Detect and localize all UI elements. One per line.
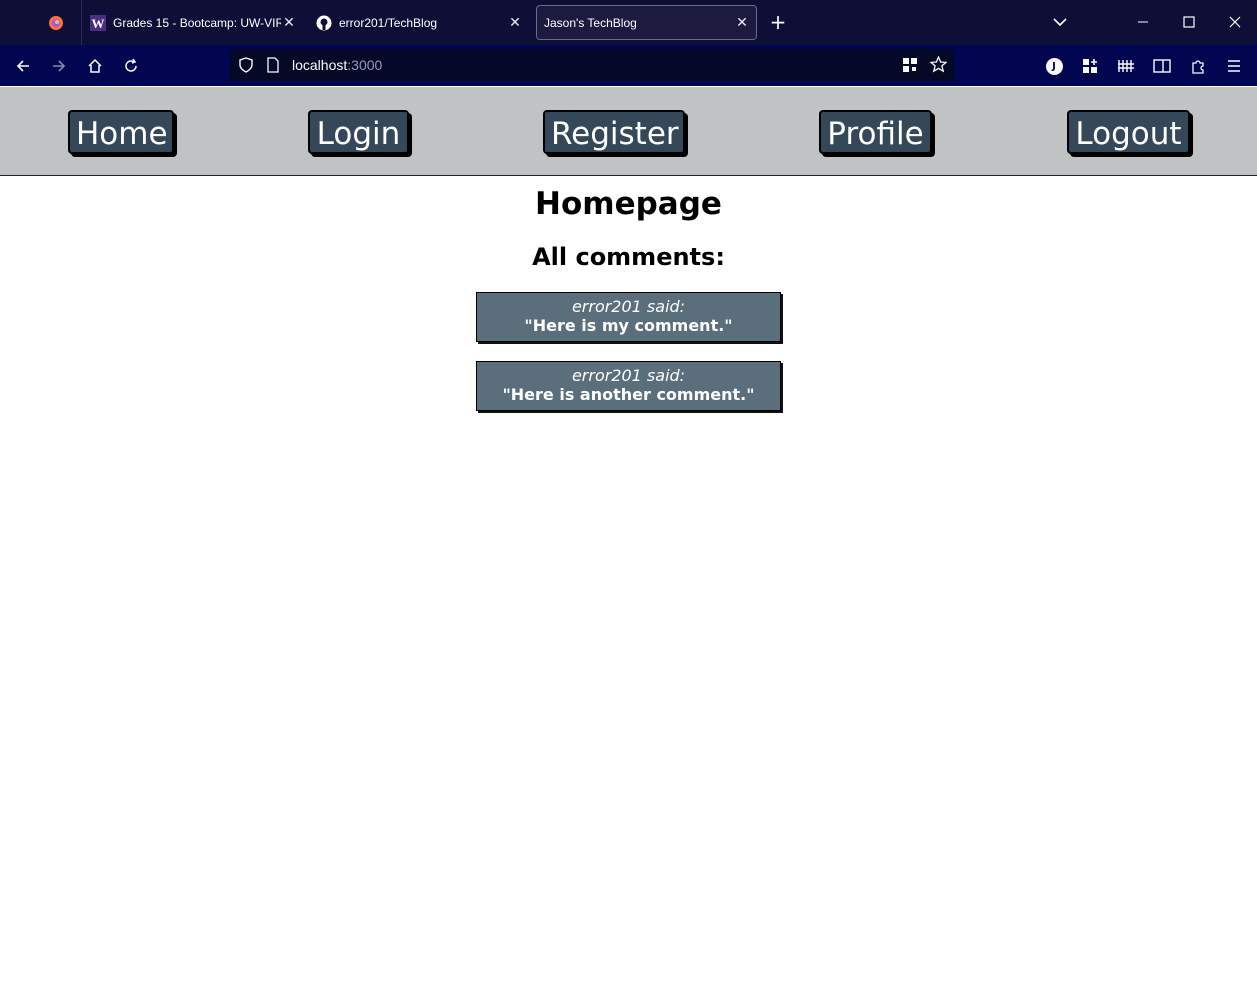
url-port: :3000 <box>347 57 383 73</box>
tab-github[interactable]: error201/TechBlog ✕ <box>316 5 529 40</box>
nav-logout-button[interactable]: Logout <box>1067 110 1190 154</box>
url-text[interactable]: localhost:3000 <box>292 57 382 73</box>
bookmark-star-icon[interactable] <box>929 55 948 77</box>
maximize-icon <box>1183 16 1195 28</box>
sidebar-button[interactable] <box>1151 55 1173 77</box>
home-icon <box>88 58 102 73</box>
minimize-icon <box>1138 21 1148 23</box>
shield-icon[interactable] <box>238 57 254 77</box>
site-navbar: Home Login Register Profile Logout <box>0 87 1257 176</box>
firefox-icon <box>48 15 64 31</box>
sidebar-icon <box>1153 59 1171 73</box>
comments-heading: All comments: <box>532 243 725 271</box>
maximize-button[interactable] <box>1179 12 1199 32</box>
url-bar[interactable]: localhost:3000 <box>230 49 954 81</box>
page-title: Homepage <box>535 186 722 222</box>
library-icon <box>1118 60 1134 72</box>
page-info-icon[interactable] <box>266 57 280 77</box>
arrow-left-icon <box>16 60 29 72</box>
browser-tab-strip: W Grades 15 - Bootcamp: UW-VIRT ✕ error2… <box>0 0 1257 45</box>
github-icon <box>316 15 332 31</box>
arrow-right-icon <box>53 60 66 72</box>
comment-text: "Here is my comment." <box>524 316 733 335</box>
close-tab-icon[interactable]: ✕ <box>734 14 750 31</box>
tab-divider <box>81 0 82 45</box>
qr-code-icon[interactable] <box>902 57 918 77</box>
reload-icon <box>125 58 137 72</box>
svg-text:W: W <box>92 16 105 31</box>
page-content: Home Login Register Profile Logout Homep… <box>0 87 1257 984</box>
close-tab-icon[interactable]: ✕ <box>281 14 297 31</box>
close-tab-icon[interactable]: ✕ <box>507 14 523 31</box>
hamburger-icon <box>1228 60 1240 72</box>
extensions-button[interactable] <box>1187 55 1209 77</box>
list-all-tabs-button[interactable] <box>1050 12 1070 32</box>
tab-label: error201/TechBlog <box>339 15 438 30</box>
close-icon <box>1229 16 1241 28</box>
tab-grades[interactable]: W Grades 15 - Bootcamp: UW-VIRT ✕ <box>90 5 303 40</box>
comment-card: error201 said: "Here is another comment.… <box>476 361 781 411</box>
new-tab-button[interactable]: + <box>768 12 788 32</box>
app-menu-button[interactable] <box>1223 55 1245 77</box>
browser-toolbar: localhost:3000 J <box>0 45 1257 86</box>
forward-button[interactable] <box>48 55 70 77</box>
reload-button[interactable] <box>120 55 142 77</box>
nav-login-button[interactable]: Login <box>308 110 409 154</box>
nav-register-button[interactable]: Register <box>543 110 685 154</box>
puzzle-icon <box>1192 60 1204 74</box>
nav-profile-button[interactable]: Profile <box>819 110 932 154</box>
tab-label: Jason's TechBlog <box>544 15 637 30</box>
extensions-grid-button[interactable] <box>1079 55 1101 77</box>
minimize-button[interactable] <box>1133 12 1153 32</box>
tab-label: Grades 15 - Bootcamp: UW-VIRT <box>113 15 281 30</box>
account-button[interactable]: J <box>1043 55 1065 77</box>
firefox-view-tab[interactable] <box>48 5 72 40</box>
library-button[interactable] <box>1115 55 1137 77</box>
grid-plus-icon <box>1083 59 1097 73</box>
close-window-button[interactable] <box>1225 12 1245 32</box>
back-button[interactable] <box>12 55 34 77</box>
w-logo-icon: W <box>90 14 106 31</box>
comment-text: "Here is another comment." <box>502 385 755 404</box>
comment-card: error201 said: "Here is my comment." <box>476 292 781 342</box>
tab-techblog-active[interactable]: Jason's TechBlog ✕ <box>536 5 757 40</box>
url-host: localhost <box>292 57 348 73</box>
comment-author: error201 said: <box>571 366 686 385</box>
comment-author: error201 said: <box>571 297 686 316</box>
nav-home-button[interactable]: Home <box>68 110 174 154</box>
account-avatar-icon: J <box>1045 57 1063 75</box>
chevron-down-icon <box>1053 18 1067 27</box>
home-button[interactable] <box>84 55 106 77</box>
